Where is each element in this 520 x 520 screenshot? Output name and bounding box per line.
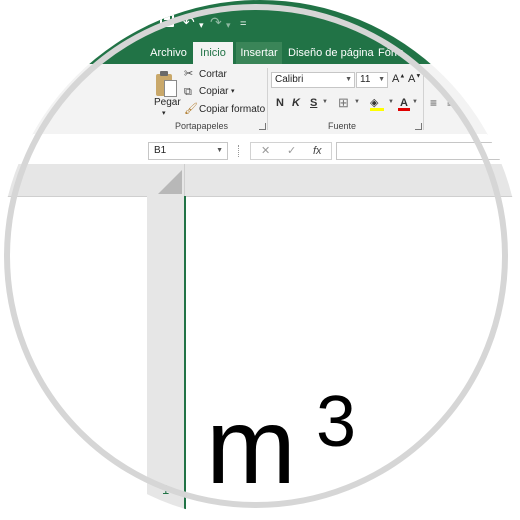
save-icon[interactable] xyxy=(160,14,174,27)
formula-buttons: ✕ ✓ fx xyxy=(250,142,332,160)
increase-font-size-icon[interactable]: A▲ xyxy=(392,73,405,85)
row-header-column xyxy=(147,196,184,520)
paste-dropdown-arrow[interactable]: ▾ xyxy=(162,109,166,117)
clipboard-dialog-launcher[interactable] xyxy=(259,123,266,130)
font-color-icon[interactable]: A xyxy=(398,96,410,111)
tab-diseno-de-pagina[interactable]: Diseño de página xyxy=(288,42,374,64)
name-box-value: B1 xyxy=(154,145,167,156)
clipboard-group-label: Portapapeles xyxy=(175,121,229,131)
font-group-label: Fuente xyxy=(328,121,357,131)
active-cell-border xyxy=(184,196,186,520)
column-header-row xyxy=(0,164,520,197)
paste-button[interactable]: Pegar xyxy=(154,97,181,108)
font-size-select[interactable]: 11 ▼ xyxy=(356,72,388,88)
group-separator xyxy=(423,68,424,130)
insert-function-button[interactable]: fx xyxy=(313,143,322,159)
formula-bar: B1 ▼ ✕ ✓ fx xyxy=(0,134,520,164)
paste-icon[interactable] xyxy=(156,70,178,98)
column-separator xyxy=(184,164,185,196)
scissors-icon[interactable]: ✂ xyxy=(184,68,193,80)
font-name-value: Calibri xyxy=(275,74,304,85)
copy-icon[interactable]: ⧉ xyxy=(184,86,192,98)
align-center-icon[interactable]: ≡ xyxy=(447,96,454,110)
cell-text-base: m xyxy=(206,385,296,506)
borders-icon[interactable]: ⊞ xyxy=(338,96,349,110)
tab-inicio[interactable]: Inicio xyxy=(193,42,233,64)
customize-qat-button[interactable]: = xyxy=(240,16,246,32)
font-size-value: 11 xyxy=(360,74,371,85)
ribbon: Pegar ▾ ✂ Cortar ⧉ Copiar ▾ 🖌 Copiar for… xyxy=(0,64,520,135)
select-all-button[interactable] xyxy=(158,170,182,194)
formula-input[interactable] xyxy=(336,142,520,160)
fill-color-dropdown-arrow[interactable]: ▼ xyxy=(388,99,394,105)
font-dialog-launcher[interactable] xyxy=(415,123,422,130)
ribbon-tabs: Archivo Inicio Insertar Diseño de página… xyxy=(0,42,520,64)
align-left-icon[interactable]: ≡ xyxy=(430,96,437,110)
chevron-down-icon: ▼ xyxy=(378,76,385,83)
name-box[interactable]: B1 ▼ xyxy=(148,142,228,160)
cancel-icon[interactable]: ✕ xyxy=(261,143,270,159)
excel-window: ↶ ▾ ↷ ▾ = Archivo Inicio Insertar Diseño… xyxy=(0,0,520,520)
tab-archivo[interactable]: Archivo xyxy=(147,42,190,64)
format-painter-icon[interactable]: 🖌 xyxy=(184,103,198,115)
font-name-select[interactable]: Calibri ▼ xyxy=(271,72,355,88)
enter-icon[interactable]: ✓ xyxy=(287,143,296,159)
underline-button[interactable]: S xyxy=(310,96,317,110)
italic-button[interactable]: K xyxy=(292,96,300,110)
fill-color-icon[interactable]: ◈ xyxy=(370,96,384,111)
circular-viewport: ↶ ▾ ↷ ▾ = Archivo Inicio Insertar Diseño… xyxy=(0,0,520,520)
cell-text-superscript: 3 xyxy=(316,382,357,462)
decrease-font-size-icon[interactable]: A▼ xyxy=(408,73,421,85)
font-color-dropdown-arrow[interactable]: ▼ xyxy=(412,99,418,105)
bold-button[interactable]: N xyxy=(276,96,284,110)
cut-button[interactable]: Cortar xyxy=(199,69,227,80)
redo-icon[interactable]: ↷ xyxy=(210,14,222,30)
redo-dropdown-arrow[interactable]: ▾ xyxy=(226,17,231,33)
chevron-down-icon: ▼ xyxy=(216,147,223,154)
formula-bar-resize-handle[interactable] xyxy=(238,145,241,157)
row-header-1[interactable]: 1 xyxy=(162,482,169,497)
borders-dropdown-arrow[interactable]: ▼ xyxy=(354,99,360,105)
undo-icon[interactable]: ↶ xyxy=(183,14,195,30)
tab-formulas[interactable]: Fórm xyxy=(378,42,438,64)
underline-dropdown-arrow[interactable]: ▼ xyxy=(322,99,328,105)
title-bar: ↶ ▾ ↷ ▾ = xyxy=(0,0,520,42)
tab-insertar[interactable]: Insertar xyxy=(236,42,282,64)
copy-button[interactable]: Copiar xyxy=(199,86,228,97)
format-painter-button[interactable]: Copiar formato xyxy=(199,104,265,115)
undo-dropdown-arrow[interactable]: ▾ xyxy=(199,17,204,33)
group-separator xyxy=(267,68,268,130)
chevron-down-icon: ▼ xyxy=(345,76,352,83)
copy-dropdown-arrow[interactable]: ▾ xyxy=(231,87,235,95)
